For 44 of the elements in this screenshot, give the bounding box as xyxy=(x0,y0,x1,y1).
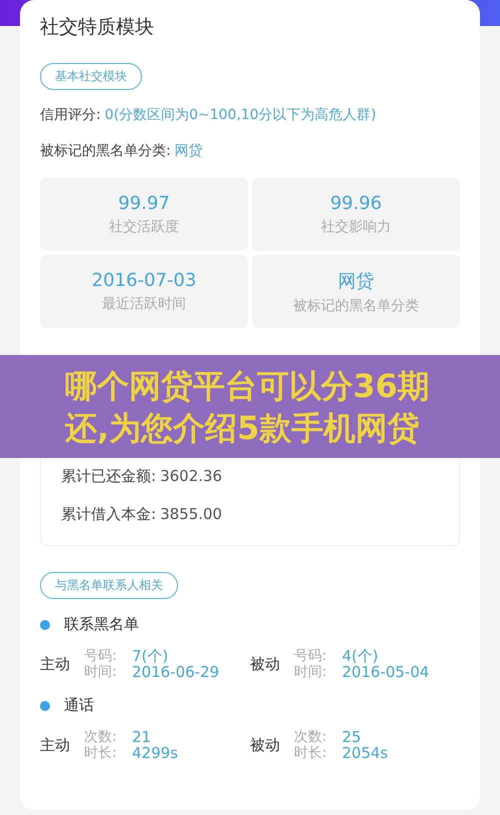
metric-value: 4299s xyxy=(132,745,178,761)
detail-label: 累计借入本金: xyxy=(61,505,156,523)
metric-value: 7(个) xyxy=(132,648,168,664)
bullet-icon xyxy=(40,700,50,710)
detail-value: 3602.36 xyxy=(160,467,222,485)
stat-label: 最近活跃时间 xyxy=(102,295,186,313)
stat-value: 2016-07-03 xyxy=(92,270,196,291)
metric-value: 2016-06-29 xyxy=(132,664,220,680)
field-value: 0(分数区间为0~100,10分以下为高危人群) xyxy=(104,106,376,124)
metric-value: 2016-05-04 xyxy=(342,664,430,680)
direction-label: 被动 xyxy=(250,654,280,674)
field-label: 信用评分: xyxy=(40,106,101,124)
metric-label: 号码: xyxy=(294,648,328,664)
stat-value: 99.96 xyxy=(330,193,382,214)
stat-label: 社交活跃度 xyxy=(109,218,179,236)
metric-label: 次数: xyxy=(84,729,118,745)
field-label: 被标记的黑名单分类: xyxy=(40,142,171,160)
section-tag: 与黑名单联系人相关 xyxy=(40,572,178,599)
stat-value: 网贷 xyxy=(338,270,374,292)
group-heading: 通话 xyxy=(64,696,94,715)
metric-value: 2054s xyxy=(342,745,388,761)
detail-value: 3855.00 xyxy=(160,505,222,523)
metric-value: 4(个) xyxy=(342,648,378,664)
metric-label: 号码: xyxy=(84,648,118,664)
group-heading: 联系黑名单 xyxy=(64,615,139,634)
stat-label: 社交影响力 xyxy=(321,218,391,236)
metric-label: 时间: xyxy=(84,664,118,680)
bullet-icon xyxy=(40,620,50,630)
section-tag: 基本社交模块 xyxy=(40,63,142,90)
metric-value: 21 xyxy=(132,729,152,745)
stat-value: 99.97 xyxy=(118,193,170,214)
direction-label: 主动 xyxy=(40,654,70,674)
direction-label: 主动 xyxy=(40,736,70,754)
banner-headline: 哪个网贷平台可以分36期还,为您介绍5款手机网贷 xyxy=(65,366,431,448)
detail-label: 累计已还金额: xyxy=(61,467,156,485)
metric-label: 时长: xyxy=(84,745,118,761)
field-value: 网贷 xyxy=(174,142,203,160)
stat-label: 被标记的黑名单分类 xyxy=(293,296,419,314)
metric-label: 时长: xyxy=(294,745,328,761)
metric-label: 时间: xyxy=(294,664,328,680)
section-title: 社交特质模块 xyxy=(40,15,155,40)
metric-label: 次数: xyxy=(294,729,328,745)
direction-label: 被动 xyxy=(250,736,280,754)
metric-value: 25 xyxy=(342,729,362,745)
